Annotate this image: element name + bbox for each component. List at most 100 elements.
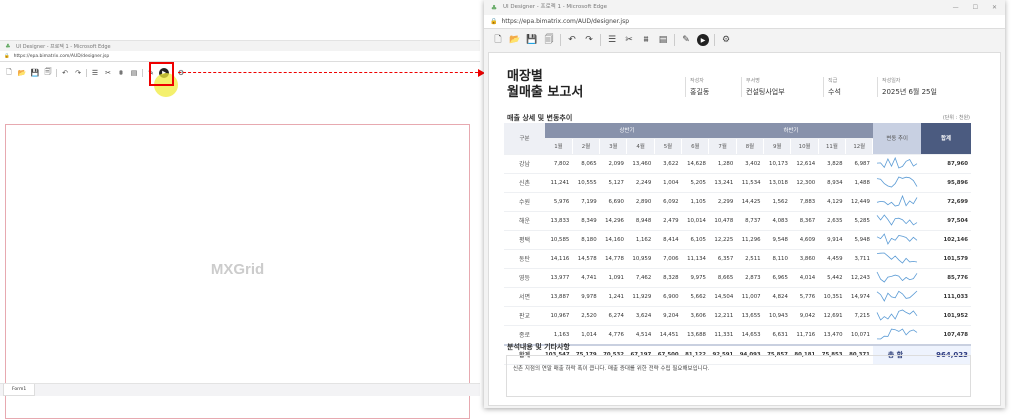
table-row[interactable]: 서면 13,887 9,978 1,241 11,929 6,900 5,662 14,504… [504,287,971,307]
header-month: 12월 [845,138,874,155]
month-value: 1,562 [763,192,791,212]
redo-icon[interactable]: ↷ [73,68,83,78]
toolbar-separator [86,69,87,77]
month-value: 1,280 [708,154,737,174]
redo-icon[interactable]: ↷ [583,34,595,46]
month-value: 12,614 [790,154,819,174]
undo-icon[interactable]: ↶ [566,34,578,46]
meta-label: 작성일자 [882,78,901,84]
save-all-icon[interactable]: 🗐 [543,34,555,46]
month-value: 5,127 [599,173,627,193]
month-value: 8,665 [708,268,737,288]
tab-form1[interactable]: Form1 [3,384,36,396]
month-value: 14,504 [708,287,737,307]
month-value: 10,585 [545,230,573,250]
store-name: 영등 [504,268,546,288]
save-icon[interactable]: 💾 [526,34,538,46]
header-second-half: 하반기 [708,123,873,139]
month-value: 14,628 [681,154,709,174]
meta-value: 홍길동 [690,88,710,96]
report-page: 매장별 월매출 보고서 작성자 홍길동 부서명 컨설팅사업부 직급 수석 작성일자 20… [488,52,1001,406]
open-folder-icon[interactable]: 📂 [509,34,521,46]
row-total: 101,952 [920,306,971,326]
month-value: 3,711 [845,249,873,269]
save-icon[interactable]: 💾 [30,68,40,78]
table-row[interactable]: 수원 5,976 7,199 6,690 2,890 6,092 1,105 2,299 14,… [504,192,971,212]
month-value: 9,042 [790,306,819,326]
tools-icon[interactable]: ✂ [623,34,635,46]
header-month: 2월 [572,138,601,155]
mxgrid-placeholder[interactable]: MXGrid [6,261,469,278]
table-row[interactable]: 평택 10,585 8,180 14,160 1,162 8,414 6,105 12,225… [504,230,971,250]
database-icon[interactable]: ☰ [90,68,100,78]
database-icon[interactable]: ☰ [606,34,618,46]
table-row[interactable]: 판교 10,967 2,520 6,274 3,624 9,204 3,606 12,211 1… [504,306,971,326]
month-value: 8,934 [818,173,846,193]
trend-sparkline-cell [872,249,921,269]
month-value: 12,211 [708,306,737,326]
header-first-half: 상반기 [545,123,709,139]
month-value: 12,300 [790,173,819,193]
table-row[interactable]: 강남 7,802 8,065 2,099 13,460 3,622 14,628 1,280 3… [504,154,971,174]
form-tab-bar: Form1 [0,383,480,396]
month-value: 2,249 [626,173,655,193]
new-file-icon[interactable]: 🗋 [492,34,504,46]
sparkline-line [876,290,918,302]
maximize-button[interactable]: ☐ [973,4,978,11]
lock-icon: 🔒 [490,18,498,25]
tools-icon[interactable]: ✂ [103,68,113,78]
month-value: 14,116 [545,249,573,269]
month-value: 1,091 [599,268,627,288]
hierarchy-icon[interactable]: ⩩ [116,68,126,78]
code-window-icon[interactable]: ▤ [129,68,139,78]
trend-sparkline-cell [872,287,921,307]
month-value: 13,460 [626,154,655,174]
close-button[interactable]: ✕ [992,4,997,11]
month-value: 14,160 [599,230,627,250]
header-month: 6월 [681,138,710,155]
table-row[interactable]: 신촌 11,241 10,555 5,127 2,249 1,004 5,205 13,241… [504,173,971,193]
header-month: 5월 [654,138,683,155]
month-value: 13,887 [545,287,573,307]
address-bar[interactable]: 🔒 https://epa.bimatrix.com/AUD/designer.j… [484,15,1005,29]
month-value: 5,976 [545,192,573,212]
save-all-icon[interactable]: 🗐 [43,68,53,78]
sparkline-line [876,232,918,245]
month-value: 13,470 [818,325,846,345]
month-value: 13,833 [545,211,573,231]
sparkline-chart [876,327,918,339]
table-row[interactable]: 동탄 14,116 14,578 14,778 10,959 7,006 11,134 6,3… [504,249,971,269]
design-canvas[interactable]: MXGrid [5,124,470,419]
new-file-icon[interactable]: 🗋 [4,68,14,78]
month-value: 4,514 [626,325,655,345]
open-folder-icon[interactable]: 📂 [17,68,27,78]
code-window-icon[interactable]: ▤ [657,34,669,46]
undo-icon[interactable]: ↶ [60,68,70,78]
table-row[interactable]: 해운 13,833 8,349 14,296 8,948 2,479 10,014 10,47… [504,211,971,231]
table-row[interactable]: 종로 1,163 1,014 4,776 4,514 14,451 13,688 11,331… [504,325,971,345]
edit-icon[interactable]: ✎ [680,34,692,46]
minimize-button[interactable]: — [953,4,959,11]
run-preview-icon[interactable]: ▶ [697,34,709,46]
hierarchy-icon[interactable]: ⩩ [640,34,652,46]
row-total: 111,033 [920,287,971,307]
sparkline-line [876,252,918,264]
meta-author: 작성자 홍길동 [685,77,709,97]
header-month: 4월 [626,138,655,155]
month-value: 5,205 [681,173,709,193]
meta-label: 부서명 [746,78,760,84]
trend-sparkline-cell [872,230,921,250]
designer-window-background: ♣ UI Designer - 프로젝 1 - Microsoft Edge 🔒 h… [0,40,480,419]
settings-gear-icon[interactable]: ⚙ [720,34,732,46]
sparkline-line [876,176,918,187]
header-month: 7월 [708,138,737,155]
table-row[interactable]: 영등 13,977 4,741 1,091 7,462 8,328 9,975 8,665 2,… [504,268,971,288]
meta-value: 컨설팅사업부 [746,88,785,96]
header-trend: 변동 추이 [872,123,921,155]
trend-sparkline-cell [872,173,921,193]
header-month: 8월 [736,138,765,155]
section-title: 매출 상세 및 변동추이 [507,114,573,122]
sparkline-line [876,156,918,169]
address-bar[interactable]: 🔒 https://epa.bimatrix.com/AUD/designer.j… [0,51,480,62]
notes-textarea[interactable]: 신촌 지점의 연말 매출 하락 폭이 큽니다. 매출 증대를 위한 전략 수립 … [506,355,971,397]
